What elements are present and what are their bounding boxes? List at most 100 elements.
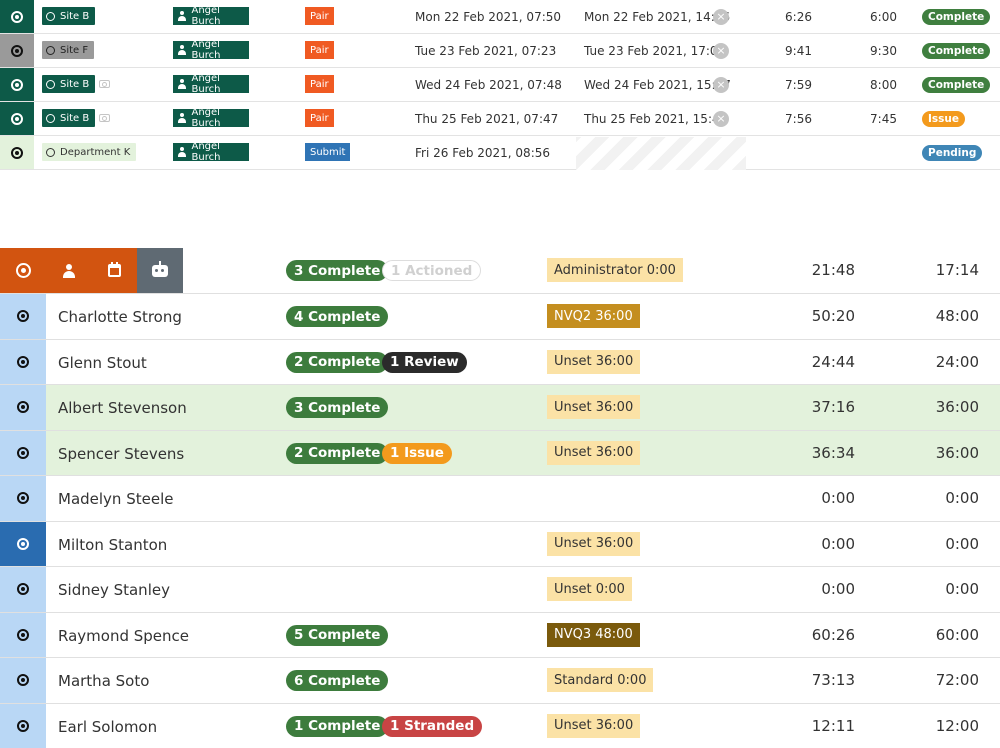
staff-row[interactable]: Martha Soto 6 Complete Standard 0:00 73:13 7… xyxy=(0,658,1000,704)
shift-row: Site F Angel Burch Pair Tue 23 Feb 2021, 07… xyxy=(0,34,1000,68)
staff-name[interactable]: Milton Stanton xyxy=(58,536,167,554)
pair-button[interactable]: Pair xyxy=(305,75,334,93)
contract-badge: Unset 36:00 xyxy=(547,713,641,738)
staff-name[interactable]: Charlotte Strong xyxy=(58,308,182,326)
shift-select-button[interactable] xyxy=(0,0,34,33)
staff-name[interactable]: Spencer Stevens xyxy=(58,445,184,463)
status-badge[interactable]: Complete xyxy=(922,43,991,59)
shift-row: Site B Angel Burch Pair Mon 22 Feb 2021, 07… xyxy=(0,0,1000,34)
shift-select-button[interactable] xyxy=(0,136,34,169)
shift-select-button[interactable] xyxy=(0,34,34,67)
person-tag[interactable]: Angel Burch xyxy=(173,5,249,27)
target-icon xyxy=(17,355,29,368)
staff-select-button[interactable] xyxy=(0,339,46,384)
summary-actioned-pill[interactable]: 1 Actioned xyxy=(382,260,482,281)
shift-start-time: Mon 22 Feb 2021, 07:50 xyxy=(415,10,562,24)
contract-badge: NVQ2 36:00 xyxy=(547,304,640,328)
staff-row[interactable]: Madelyn Steele 0:00 0:00 xyxy=(0,476,1000,522)
staff-select-button[interactable] xyxy=(0,612,46,657)
worked-duration: 7:56 xyxy=(785,112,812,126)
person-tag[interactable]: Angel Burch xyxy=(173,39,249,61)
filter-person-button[interactable] xyxy=(45,248,92,293)
person-tag[interactable]: Angel Burch xyxy=(173,107,249,129)
complete-count-pill[interactable]: 2 Complete xyxy=(286,351,389,373)
review-count-pill[interactable]: 1 Review xyxy=(382,351,467,373)
staff-row[interactable]: Albert Stevenson 3 Complete Unset 36:00 37:… xyxy=(0,385,1000,431)
staff-row[interactable]: Charlotte Strong 4 Complete NVQ2 36:00 50:2… xyxy=(0,294,1000,340)
site-tag[interactable]: Site B xyxy=(42,109,96,127)
staff-select-button[interactable] xyxy=(0,385,46,430)
staff-row[interactable]: Sidney Stanley Unset 0:00 0:00 0:00 xyxy=(0,567,1000,613)
pair-button[interactable]: Pair xyxy=(305,7,334,25)
staff-name[interactable]: Raymond Spence xyxy=(58,627,189,645)
filter-calendar-button[interactable] xyxy=(91,248,137,293)
person-name: Angel Burch xyxy=(191,141,221,163)
staff-name[interactable]: Earl Solomon xyxy=(58,718,157,736)
complete-count-pill[interactable]: 6 Complete xyxy=(286,670,389,691)
clear-end-time-icon[interactable]: × xyxy=(713,77,729,93)
staff-select-button[interactable] xyxy=(0,430,46,475)
worked-total: 73:13 xyxy=(811,671,855,689)
person-icon xyxy=(177,11,187,21)
staff-name[interactable]: Martha Soto xyxy=(58,672,149,690)
clear-end-time-icon[interactable]: × xyxy=(713,111,729,127)
staff-select-button[interactable] xyxy=(0,476,46,521)
robot-icon xyxy=(151,260,168,277)
target-icon xyxy=(17,310,29,323)
staff-select-button[interactable] xyxy=(0,521,46,566)
person-name: Angel Burch xyxy=(191,5,221,27)
staff-select-button[interactable] xyxy=(0,294,46,339)
staff-select-button[interactable] xyxy=(0,567,46,612)
submit-button[interactable]: Submit xyxy=(305,143,351,161)
stranded-count-pill[interactable]: 1 Stranded xyxy=(382,715,483,737)
site-tag[interactable]: Site B xyxy=(42,7,96,25)
contract-badge: Standard 0:00 xyxy=(547,668,654,692)
filter-target-button[interactable] xyxy=(0,248,46,293)
site-label: Site F xyxy=(60,44,89,56)
staff-name[interactable]: Glenn Stout xyxy=(58,354,147,372)
person-tag[interactable]: Angel Burch xyxy=(173,73,249,95)
shift-end-time: Wed 24 Feb 2021, 15:47 xyxy=(584,78,731,92)
status-badge[interactable]: Complete xyxy=(922,77,991,93)
status-badge[interactable]: Complete xyxy=(922,9,991,25)
staff-row[interactable]: Glenn Stout 2 Complete 1 Review Unset 36:00… xyxy=(0,339,1000,385)
scheduled-total: 24:00 xyxy=(935,352,979,371)
staff-name[interactable]: Albert Stevenson xyxy=(58,399,187,417)
site-tag[interactable]: Site B xyxy=(42,75,96,93)
staff-select-button[interactable] xyxy=(0,658,46,703)
shift-select-button[interactable] xyxy=(0,102,34,135)
pair-button[interactable]: Pair xyxy=(305,41,334,59)
shift-select-button[interactable] xyxy=(0,68,34,101)
filter-robot-button[interactable] xyxy=(136,248,183,293)
shift-start-time: Fri 26 Feb 2021, 08:56 xyxy=(415,146,551,160)
staff-name[interactable]: Sidney Stanley xyxy=(58,581,170,599)
pair-button[interactable]: Pair xyxy=(305,109,334,127)
person-tag[interactable]: Angel Burch xyxy=(173,141,249,163)
camera-icon[interactable] xyxy=(99,80,110,88)
staff-row[interactable]: Raymond Spence 5 Complete NVQ3 48:00 60:26 6… xyxy=(0,612,1000,658)
location-icon xyxy=(46,113,55,123)
staff-row[interactable]: Milton Stanton Unset 36:00 0:00 0:00 xyxy=(0,521,1000,567)
site-tag[interactable]: Site F xyxy=(42,41,95,59)
shift-end-time: Thu 25 Feb 2021, 15:43 xyxy=(584,112,728,126)
camera-icon[interactable] xyxy=(99,114,110,122)
staff-row[interactable]: Spencer Stevens 2 Complete 1 Issue Unset 36… xyxy=(0,430,1000,476)
staff-select-button[interactable] xyxy=(0,703,46,748)
complete-count-pill[interactable]: 1 Complete xyxy=(286,715,389,737)
person-icon xyxy=(177,147,187,157)
status-badge[interactable]: Pending xyxy=(922,145,983,161)
clear-end-time-icon[interactable]: × xyxy=(713,43,729,59)
shift-start-time: Wed 24 Feb 2021, 07:48 xyxy=(415,78,562,92)
site-tag[interactable]: Department K xyxy=(42,143,137,161)
staff-row[interactable]: Earl Solomon 1 Complete 1 Stranded Unset 36… xyxy=(0,703,1000,748)
complete-count-pill[interactable]: 5 Complete xyxy=(286,624,389,646)
summary-complete-pill[interactable]: 3 Complete xyxy=(286,260,389,281)
clear-end-time-icon[interactable]: × xyxy=(713,9,729,25)
issue-count-pill[interactable]: 1 Issue xyxy=(382,442,452,464)
staff-name[interactable]: Madelyn Steele xyxy=(58,490,173,508)
status-badge[interactable]: Issue xyxy=(922,111,966,127)
complete-count-pill[interactable]: 2 Complete xyxy=(286,442,389,464)
complete-count-pill[interactable]: 3 Complete xyxy=(286,397,389,418)
contract-badge: Unset 0:00 xyxy=(547,577,632,601)
complete-count-pill[interactable]: 4 Complete xyxy=(286,306,389,327)
